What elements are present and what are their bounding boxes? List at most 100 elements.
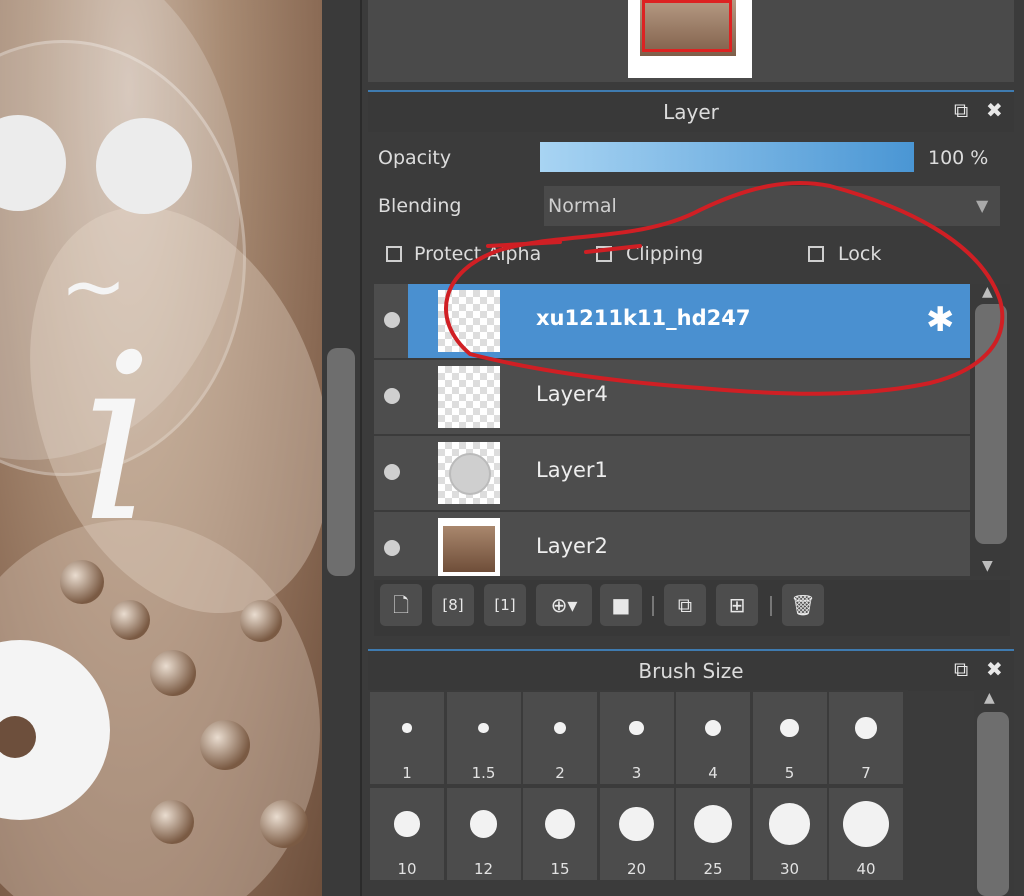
art-circle — [96, 118, 192, 214]
brush-size-label: 10 — [397, 860, 417, 878]
brush-size-cell[interactable]: 7 — [829, 692, 903, 784]
popout-icon[interactable]: ⧉ — [954, 98, 968, 122]
brush-size-cell[interactable]: 5 — [752, 692, 827, 784]
brush-size-cell[interactable]: 15 — [523, 788, 597, 880]
brush-size-label: 7 — [861, 764, 871, 782]
layer-thumbnail — [438, 442, 500, 504]
brush-size-label: 40 — [856, 860, 876, 878]
opacity-label: Opacity — [378, 147, 452, 169]
popout-icon[interactable]: ⧉ — [954, 657, 968, 681]
blending-select[interactable]: Normal — [544, 186, 1000, 226]
brush-size-cell[interactable]: 4 — [676, 692, 750, 784]
visibility-toggle[interactable] — [384, 312, 400, 328]
brush-size-label: 2 — [555, 764, 565, 782]
brush-size-label: 20 — [626, 860, 647, 878]
gear-icon[interactable]: ✱ — [926, 300, 955, 340]
art-pearl — [150, 800, 194, 844]
lock-checkbox[interactable] — [808, 246, 824, 262]
layer-row[interactable]: xu1211k11_hd247 ✱ — [374, 284, 970, 358]
clipping-checkbox[interactable] — [596, 246, 612, 262]
layer-row[interactable]: Layer4 — [374, 360, 970, 434]
clipping-label: Clipping — [626, 243, 704, 265]
brush-preview-dot — [394, 811, 420, 837]
brush-size-label: 1 — [402, 764, 412, 782]
art-pearl — [260, 800, 308, 848]
brush-size-cell[interactable]: 10 — [370, 788, 444, 880]
brush-size-cell[interactable]: 20 — [599, 788, 674, 880]
scroll-down-icon[interactable]: ▼ — [982, 558, 993, 574]
layer-name: Layer1 — [536, 458, 608, 482]
scroll-up-icon[interactable]: ▲ — [984, 690, 995, 706]
delete-icon[interactable]: 🗑 — [782, 584, 824, 626]
brush-size-cell[interactable]: 12 — [446, 788, 521, 880]
brush-size-label: 12 — [473, 860, 494, 878]
brush-scrollbar-thumb[interactable] — [977, 712, 1009, 896]
brush-preview-dot — [478, 722, 489, 734]
toolbar-separator — [652, 596, 654, 616]
toolbar-separator — [770, 596, 772, 616]
thumbnail-image — [443, 526, 495, 572]
new-8bit-layer-icon[interactable]: [8] — [432, 584, 474, 626]
brush-size-cell[interactable]: 30 — [752, 788, 827, 880]
brush-size-label: 15 — [550, 860, 570, 878]
blending-label: Blending — [378, 195, 462, 217]
brush-preview-dot — [855, 717, 877, 739]
new-1bit-layer-icon[interactable]: [1] — [484, 584, 526, 626]
layer-thumbnail — [438, 518, 500, 576]
drawing-canvas[interactable]: ~ i — [0, 0, 322, 896]
brush-size-cell[interactable]: 1.5 — [446, 692, 521, 784]
layer-row[interactable]: Layer2 — [374, 512, 970, 576]
brush-size-cell[interactable]: 3 — [599, 692, 674, 784]
art-pearl — [150, 650, 196, 696]
folder-icon[interactable]: ■ — [600, 584, 642, 626]
brush-panel-title: Brush Size — [638, 659, 744, 683]
new-layer-icon[interactable]: 🗋 — [380, 584, 422, 626]
merge-icon[interactable]: ⊞ — [716, 584, 758, 626]
brush-preview-dot — [553, 721, 567, 735]
navigator-view-frame[interactable] — [642, 0, 732, 52]
visibility-toggle[interactable] — [384, 540, 400, 556]
scroll-up-icon[interactable]: ▲ — [982, 284, 993, 300]
visibility-toggle[interactable] — [384, 464, 400, 480]
thumbnail-circle — [449, 453, 491, 495]
duplicate-icon[interactable]: ⧉ — [664, 584, 706, 626]
brush-preview-dot — [780, 718, 799, 738]
blending-value: Normal — [548, 195, 617, 217]
brush-preview-dot — [704, 719, 722, 737]
art-shape: i — [80, 306, 154, 573]
brush-size-label: 4 — [708, 764, 718, 782]
opacity-value: 100 % — [928, 147, 989, 169]
add-layer-menu-icon[interactable]: ⊕▾ — [536, 584, 592, 626]
brush-preview-dot — [619, 806, 654, 842]
brush-size-cell[interactable]: 40 — [829, 788, 903, 880]
brush-preview-dot — [629, 720, 644, 736]
canvas-scrollbar-thumb[interactable] — [327, 348, 355, 576]
brush-preview-dot — [843, 801, 889, 847]
close-icon[interactable]: ✖ — [986, 657, 1003, 681]
protect-alpha-checkbox[interactable] — [386, 246, 402, 262]
layer-row[interactable]: Layer1 — [374, 436, 970, 510]
layer-list: xu1211k11_hd247 ✱ Layer4 Layer1 Layer2 — [374, 284, 970, 576]
layer-panel-header: Layer — [368, 90, 1014, 132]
close-icon[interactable]: ✖ — [986, 98, 1003, 122]
brush-preview-dot — [544, 808, 576, 840]
brush-preview-dot — [469, 810, 498, 838]
brush-size-label: 5 — [784, 764, 795, 782]
layer-thumbnail — [438, 366, 500, 428]
art-pearl — [200, 720, 250, 770]
opacity-slider[interactable] — [540, 142, 914, 172]
layer-list-scrollbar-thumb[interactable] — [975, 304, 1007, 544]
brush-size-cell[interactable]: 2 — [523, 692, 597, 784]
art-pearl — [240, 600, 282, 642]
brush-size-label: 3 — [631, 764, 642, 782]
art-pearl — [110, 600, 150, 640]
layer-name: Layer2 — [536, 534, 608, 558]
chevron-down-icon: ▼ — [976, 196, 989, 215]
brush-size-cell[interactable]: 1 — [370, 692, 444, 784]
brush-preview-dot — [693, 804, 733, 844]
lock-label: Lock — [838, 243, 882, 265]
visibility-toggle[interactable] — [384, 388, 400, 404]
brush-size-cell[interactable]: 25 — [676, 788, 750, 880]
brush-preview-dot — [768, 803, 811, 845]
layer-panel-title: Layer — [663, 100, 719, 124]
